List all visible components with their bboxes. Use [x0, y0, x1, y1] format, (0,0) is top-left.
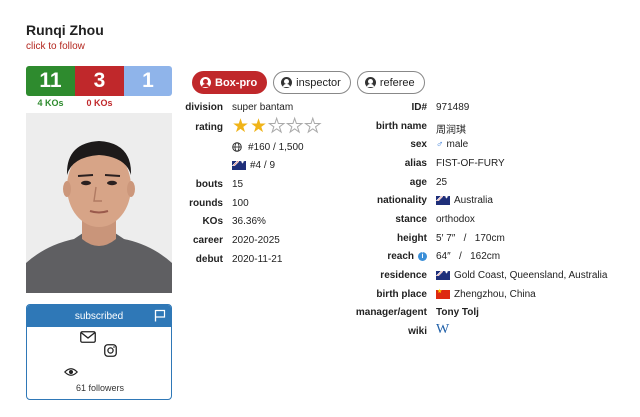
- person-icon: [281, 77, 293, 88]
- debut-label: debut: [195, 254, 223, 265]
- eye-icon[interactable]: [64, 367, 78, 377]
- nationality-value: Australia: [454, 195, 493, 206]
- person-icon: [364, 77, 376, 88]
- age-label: age: [409, 177, 427, 188]
- australia-flag-icon: [232, 160, 246, 170]
- nationality-field[interactable]: Australia: [436, 195, 493, 206]
- country-rank-value: #4 / 9: [250, 160, 276, 171]
- rating-stars: ★ ★ ★ ★ ★: [232, 116, 322, 137]
- birth-place-field[interactable]: Zhengzhou, China: [436, 288, 536, 300]
- stance-label: stance: [395, 214, 427, 225]
- person-icon: [200, 77, 211, 88]
- sex-value: male: [446, 139, 469, 150]
- globe-icon: [232, 142, 242, 153]
- manager-value[interactable]: Tony Tolj: [436, 307, 479, 318]
- losses-count: 3: [75, 66, 124, 96]
- kos-label: KOs: [202, 216, 223, 227]
- star-icon: ★: [232, 116, 250, 137]
- star-icon: ★: [286, 116, 304, 137]
- draws-count: 1: [124, 66, 172, 96]
- kos-value: 36.36%: [232, 216, 266, 227]
- subscribed-label: subscribed: [74, 310, 124, 322]
- rating-label: rating: [195, 122, 223, 133]
- instagram-icon[interactable]: [104, 344, 117, 357]
- career-value: 2020-2025: [232, 235, 280, 246]
- nationality-label: nationality: [376, 195, 427, 206]
- residence-field[interactable]: Gold Coast, Queensland, Australia: [436, 270, 607, 281]
- wikipedia-icon[interactable]: W: [436, 322, 449, 338]
- subscribe-header[interactable]: subscribed: [27, 305, 171, 327]
- birth-name-value: 周润琪: [436, 125, 466, 136]
- residence-value: Gold Coast, Queensland, Australia: [454, 270, 608, 281]
- world-rank-value: #160 / 1,500: [248, 142, 304, 153]
- tab-label: inspector: [296, 76, 341, 89]
- tab-referee[interactable]: referee: [356, 71, 425, 94]
- followers-count: 61 followers: [75, 383, 125, 393]
- star-icon: ★: [268, 116, 286, 137]
- role-tabs: Box-pro inspector referee: [192, 71, 425, 94]
- reach-label-wrap: reach i: [327, 251, 427, 262]
- world-rank[interactable]: #160 / 1,500: [232, 142, 304, 153]
- win-kos: 4 KOs: [37, 98, 64, 108]
- boxer-name: Runqi Zhou: [26, 22, 104, 38]
- boxer-portrait-image: [26, 113, 172, 293]
- reach-label: reach: [387, 251, 414, 262]
- ko-summary: 4 KOs 0 KOs: [26, 98, 124, 108]
- alias-label: alias: [404, 158, 427, 169]
- follow-link[interactable]: click to follow: [26, 41, 85, 52]
- reach-value: 64″ / 162cm: [436, 251, 501, 262]
- australia-flag-icon: [436, 195, 450, 205]
- division-value[interactable]: super bantam: [232, 102, 293, 113]
- sex-field: ♂ male: [436, 139, 468, 150]
- career-label: career: [192, 235, 223, 246]
- flag-icon[interactable]: [154, 309, 166, 322]
- birth-place-label: birth place: [376, 289, 427, 300]
- male-icon: ♂: [436, 139, 444, 150]
- boxer-photo: [26, 113, 172, 293]
- id-label: ID#: [411, 102, 427, 113]
- china-flag-icon: [436, 288, 450, 299]
- country-rank[interactable]: #4 / 9: [232, 160, 275, 171]
- bouts-value: 15: [232, 179, 244, 190]
- sex-label: sex: [410, 139, 427, 150]
- stance-value: orthodox: [436, 214, 475, 225]
- mail-icon[interactable]: [80, 331, 96, 343]
- wiki-label: wiki: [408, 326, 427, 337]
- record-summary: 11 3 1: [26, 66, 172, 96]
- height-label: height: [397, 233, 427, 244]
- age-value: 25: [436, 177, 448, 188]
- division-label: division: [185, 102, 223, 113]
- debut-value[interactable]: 2020-11-21: [232, 254, 282, 265]
- tab-box-pro[interactable]: Box-pro: [192, 71, 268, 94]
- star-icon: ★: [304, 116, 322, 137]
- tab-label: referee: [379, 76, 415, 89]
- info-icon[interactable]: i: [418, 251, 427, 261]
- id-value: 971489: [436, 102, 470, 113]
- birth-place-value: Zhengzhou, China: [454, 289, 536, 300]
- australia-flag-icon: [436, 270, 450, 280]
- star-icon: ★: [250, 116, 268, 137]
- alias-value: FIST-OF-FURY: [436, 158, 505, 169]
- bouts-label: bouts: [195, 179, 223, 190]
- birth-name-label: birth name: [375, 121, 427, 132]
- rounds-label: rounds: [189, 198, 223, 209]
- tab-inspector[interactable]: inspector: [273, 71, 351, 94]
- subscribe-card: subscribed 61 followers: [26, 304, 172, 400]
- loss-kos: 0 KOs: [86, 98, 113, 108]
- height-value: 5′ 7″ / 170cm: [436, 233, 505, 244]
- manager-label: manager/agent: [355, 307, 427, 318]
- rounds-value: 100: [232, 198, 249, 209]
- residence-label: residence: [380, 270, 427, 281]
- tab-label: Box-pro: [215, 76, 258, 89]
- wins-count: 11: [26, 66, 75, 96]
